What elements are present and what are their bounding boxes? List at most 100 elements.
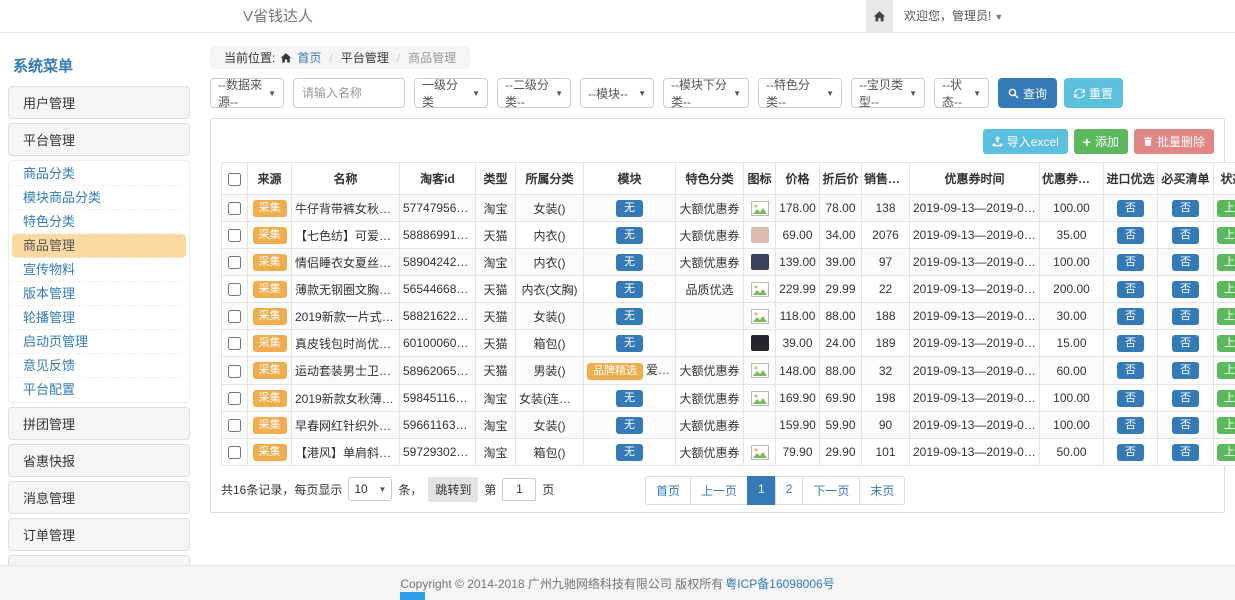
- import-select-toggle[interactable]: 否: [1117, 200, 1144, 217]
- status-badge[interactable]: 上架: [1217, 308, 1235, 325]
- row-checkbox[interactable]: [228, 310, 241, 323]
- sidebar-menu-item[interactable]: 平台管理: [8, 123, 190, 156]
- page-button[interactable]: 1: [747, 476, 776, 505]
- row-checkbox[interactable]: [228, 202, 241, 215]
- module-cell: 无: [584, 385, 676, 412]
- import-select-toggle[interactable]: 否: [1117, 362, 1144, 379]
- status-badge[interactable]: 上架: [1217, 417, 1235, 434]
- sidebar-submenu-item[interactable]: 轮播管理: [12, 306, 186, 330]
- filter-select-4[interactable]: --模块下分类--▼: [663, 78, 749, 108]
- row-checkbox[interactable]: [228, 229, 241, 242]
- icon-cell: [744, 412, 776, 439]
- page-button[interactable]: 首页: [645, 476, 691, 505]
- import-select-toggle[interactable]: 否: [1117, 254, 1144, 271]
- must-buy-toggle[interactable]: 否: [1172, 362, 1199, 379]
- sidebar-menu-item[interactable]: 拼团管理: [8, 407, 190, 440]
- module-cell: 无: [584, 303, 676, 330]
- sidebar-submenu-item[interactable]: 商品分类: [12, 162, 186, 186]
- status-badge[interactable]: 上架: [1217, 390, 1235, 407]
- import-select-toggle[interactable]: 否: [1117, 417, 1144, 434]
- row-checkbox[interactable]: [228, 392, 241, 405]
- page-button[interactable]: 上一页: [690, 476, 748, 505]
- page-number-input[interactable]: [502, 478, 536, 501]
- row-checkbox[interactable]: [228, 256, 241, 269]
- status-badge[interactable]: 上架: [1217, 362, 1235, 379]
- sidebar-menu-item[interactable]: 省惠快报: [8, 444, 190, 477]
- row-checkbox[interactable]: [228, 419, 241, 432]
- sidebar-menu-item[interactable]: 用户管理: [8, 86, 190, 119]
- must-buy-cell: 否: [1158, 276, 1214, 303]
- filter-select-2[interactable]: --二级分类--▼: [497, 78, 571, 108]
- sidebar-submenu-item[interactable]: 特色分类: [12, 210, 186, 234]
- per-page-select[interactable]: 10 ▼: [348, 477, 392, 501]
- must-buy-toggle[interactable]: 否: [1172, 200, 1199, 217]
- sidebar-item-active[interactable]: 商品管理: [12, 234, 186, 258]
- filter-select-6[interactable]: --宝贝类型--▼: [851, 78, 925, 108]
- import-excel-button[interactable]: 导入excel: [983, 129, 1068, 154]
- feature-category-cell: 大额优惠券: [676, 195, 744, 222]
- name-search-input[interactable]: [293, 78, 405, 108]
- must-buy-toggle[interactable]: 否: [1172, 444, 1199, 461]
- sidebar-menu-item[interactable]: 订单管理: [8, 518, 190, 551]
- sidebar-submenu-item[interactable]: 意见反馈: [12, 354, 186, 378]
- product-name-cell: 【七色纺】可爱纯棉家...: [292, 222, 400, 249]
- page-button[interactable]: 2: [775, 476, 804, 505]
- import-select-toggle[interactable]: 否: [1117, 390, 1144, 407]
- import-select-cell: 否: [1104, 412, 1158, 439]
- status-badge[interactable]: 上架: [1217, 200, 1235, 217]
- search-button[interactable]: 查询: [998, 78, 1057, 108]
- icp-link[interactable]: 粤ICP备16098006号: [725, 575, 834, 592]
- row-checkbox[interactable]: [228, 337, 241, 350]
- status-badge[interactable]: 上架: [1217, 227, 1235, 244]
- sidebar-menu-item[interactable]: 消息管理: [8, 481, 190, 514]
- page-button[interactable]: 末页: [859, 476, 905, 505]
- filter-select-3[interactable]: --模块--▼: [580, 78, 654, 108]
- select-all-checkbox[interactable]: [228, 173, 241, 186]
- status-badge[interactable]: 上架: [1217, 254, 1235, 271]
- must-buy-toggle[interactable]: 否: [1172, 281, 1199, 298]
- row-checkbox[interactable]: [228, 446, 241, 459]
- filter-select-7[interactable]: --状态--▼: [934, 78, 989, 108]
- breadcrumb-home-link[interactable]: 首页: [297, 49, 321, 66]
- status-badge[interactable]: 上架: [1217, 281, 1235, 298]
- import-select-toggle[interactable]: 否: [1117, 335, 1144, 352]
- status-cell: 上架: [1214, 249, 1235, 276]
- source-badge: 采集: [253, 362, 287, 379]
- filter-bar: --数据来源--▼ 一级分类▼ --二级分类--▼ --模块--▼ --模块下分类--▼…: [210, 78, 1225, 108]
- import-select-toggle[interactable]: 否: [1117, 308, 1144, 325]
- home-button[interactable]: [866, 0, 893, 32]
- content-panel: 导入excel + 添加 批量删除 来源名称淘客id类型所属分类模块特色分类图标…: [210, 118, 1225, 513]
- sidebar-submenu-item[interactable]: 模块商品分类: [12, 186, 186, 210]
- sidebar-submenu-item[interactable]: 平台配置: [12, 378, 186, 401]
- must-buy-toggle[interactable]: 否: [1172, 417, 1199, 434]
- filter-select-5[interactable]: --特色分类--▼: [758, 78, 842, 108]
- import-select-toggle[interactable]: 否: [1117, 281, 1144, 298]
- page-button[interactable]: 下一页: [802, 476, 860, 505]
- coupon-time-cell: 2019-09-13—2019-09-18: [910, 439, 1040, 466]
- import-select-toggle[interactable]: 否: [1117, 227, 1144, 244]
- jump-button[interactable]: 跳转到: [428, 477, 478, 502]
- filter-select-1[interactable]: 一级分类▼: [414, 78, 488, 108]
- add-button[interactable]: + 添加: [1074, 129, 1128, 154]
- status-badge[interactable]: 上架: [1217, 444, 1235, 461]
- chevron-down-icon: ▼: [973, 89, 981, 98]
- row-checkbox[interactable]: [228, 365, 241, 378]
- must-buy-toggle[interactable]: 否: [1172, 227, 1199, 244]
- status-badge[interactable]: 上架: [1217, 335, 1235, 352]
- reset-button[interactable]: 重置: [1064, 78, 1123, 108]
- discount-price-cell: 78.00: [820, 195, 862, 222]
- table-row: 采集早春网红针织外套女春...596611634525淘宝女装()无大额优惠券1…: [222, 412, 1235, 439]
- row-checkbox[interactable]: [228, 283, 241, 296]
- column-header: 特色分类: [676, 163, 744, 195]
- import-select-toggle[interactable]: 否: [1117, 444, 1144, 461]
- must-buy-toggle[interactable]: 否: [1172, 390, 1199, 407]
- sidebar-submenu-item[interactable]: 宣传物料: [12, 258, 186, 282]
- user-dropdown[interactable]: 欢迎您，管理员!▼: [904, 0, 1003, 33]
- sidebar-submenu-item[interactable]: 启动页管理: [12, 330, 186, 354]
- sidebar-submenu-item[interactable]: 版本管理: [12, 282, 186, 306]
- filter-select-0[interactable]: --数据来源--▼: [210, 78, 284, 108]
- must-buy-toggle[interactable]: 否: [1172, 254, 1199, 271]
- batch-delete-button[interactable]: 批量删除: [1134, 129, 1214, 154]
- must-buy-toggle[interactable]: 否: [1172, 335, 1199, 352]
- must-buy-toggle[interactable]: 否: [1172, 308, 1199, 325]
